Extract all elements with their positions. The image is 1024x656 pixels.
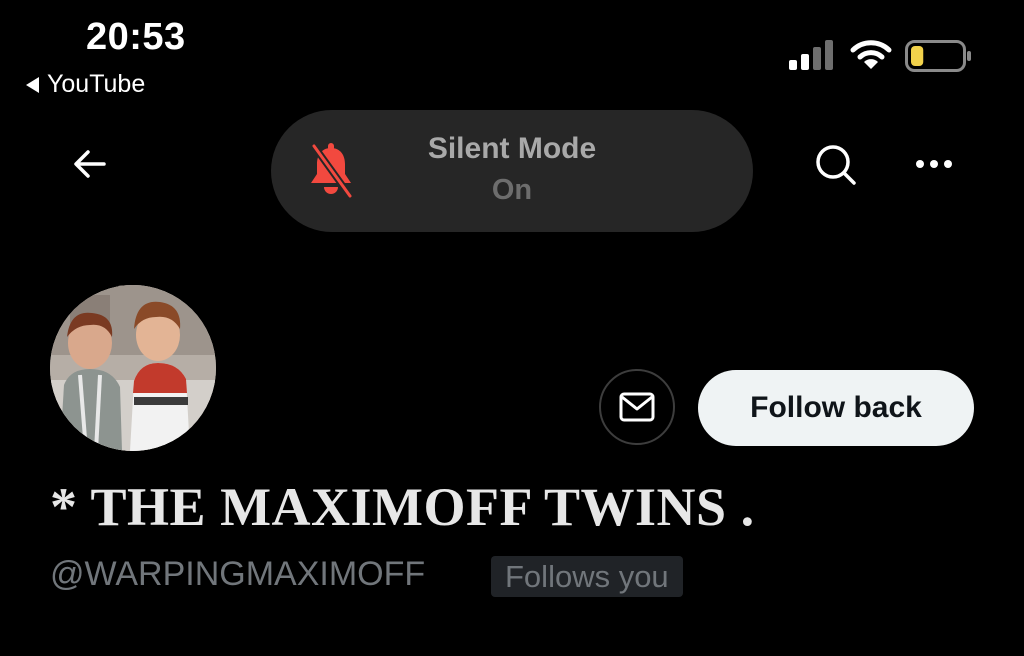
follow-back-button[interactable]: Follow back <box>698 370 974 446</box>
envelope-icon <box>619 392 655 422</box>
profile-handle: @WARPINGMAXIMOFF <box>50 555 426 593</box>
search-icon[interactable] <box>812 141 860 189</box>
wifi-icon <box>850 40 892 69</box>
silent-mode-state: On <box>491 174 533 206</box>
message-button[interactable] <box>599 369 675 445</box>
more-dots-icon[interactable] <box>912 150 956 178</box>
back-app-label: YouTube <box>47 70 146 98</box>
back-to-app-link[interactable]: YouTube <box>26 70 145 99</box>
silent-mode-title: Silent Mode <box>427 132 597 165</box>
cellular-signal-icon <box>789 40 833 70</box>
follows-you-badge: Follows you <box>491 556 683 597</box>
battery-low-icon <box>905 40 971 72</box>
arrow-left-icon[interactable] <box>70 144 110 184</box>
back-triangle-icon <box>26 76 39 93</box>
profile-display-name: * THE MAXIMOFF TWINS . <box>50 477 755 537</box>
avatar[interactable] <box>50 285 216 451</box>
status-time: 20:53 <box>86 16 186 58</box>
avatar-photo <box>50 285 216 451</box>
